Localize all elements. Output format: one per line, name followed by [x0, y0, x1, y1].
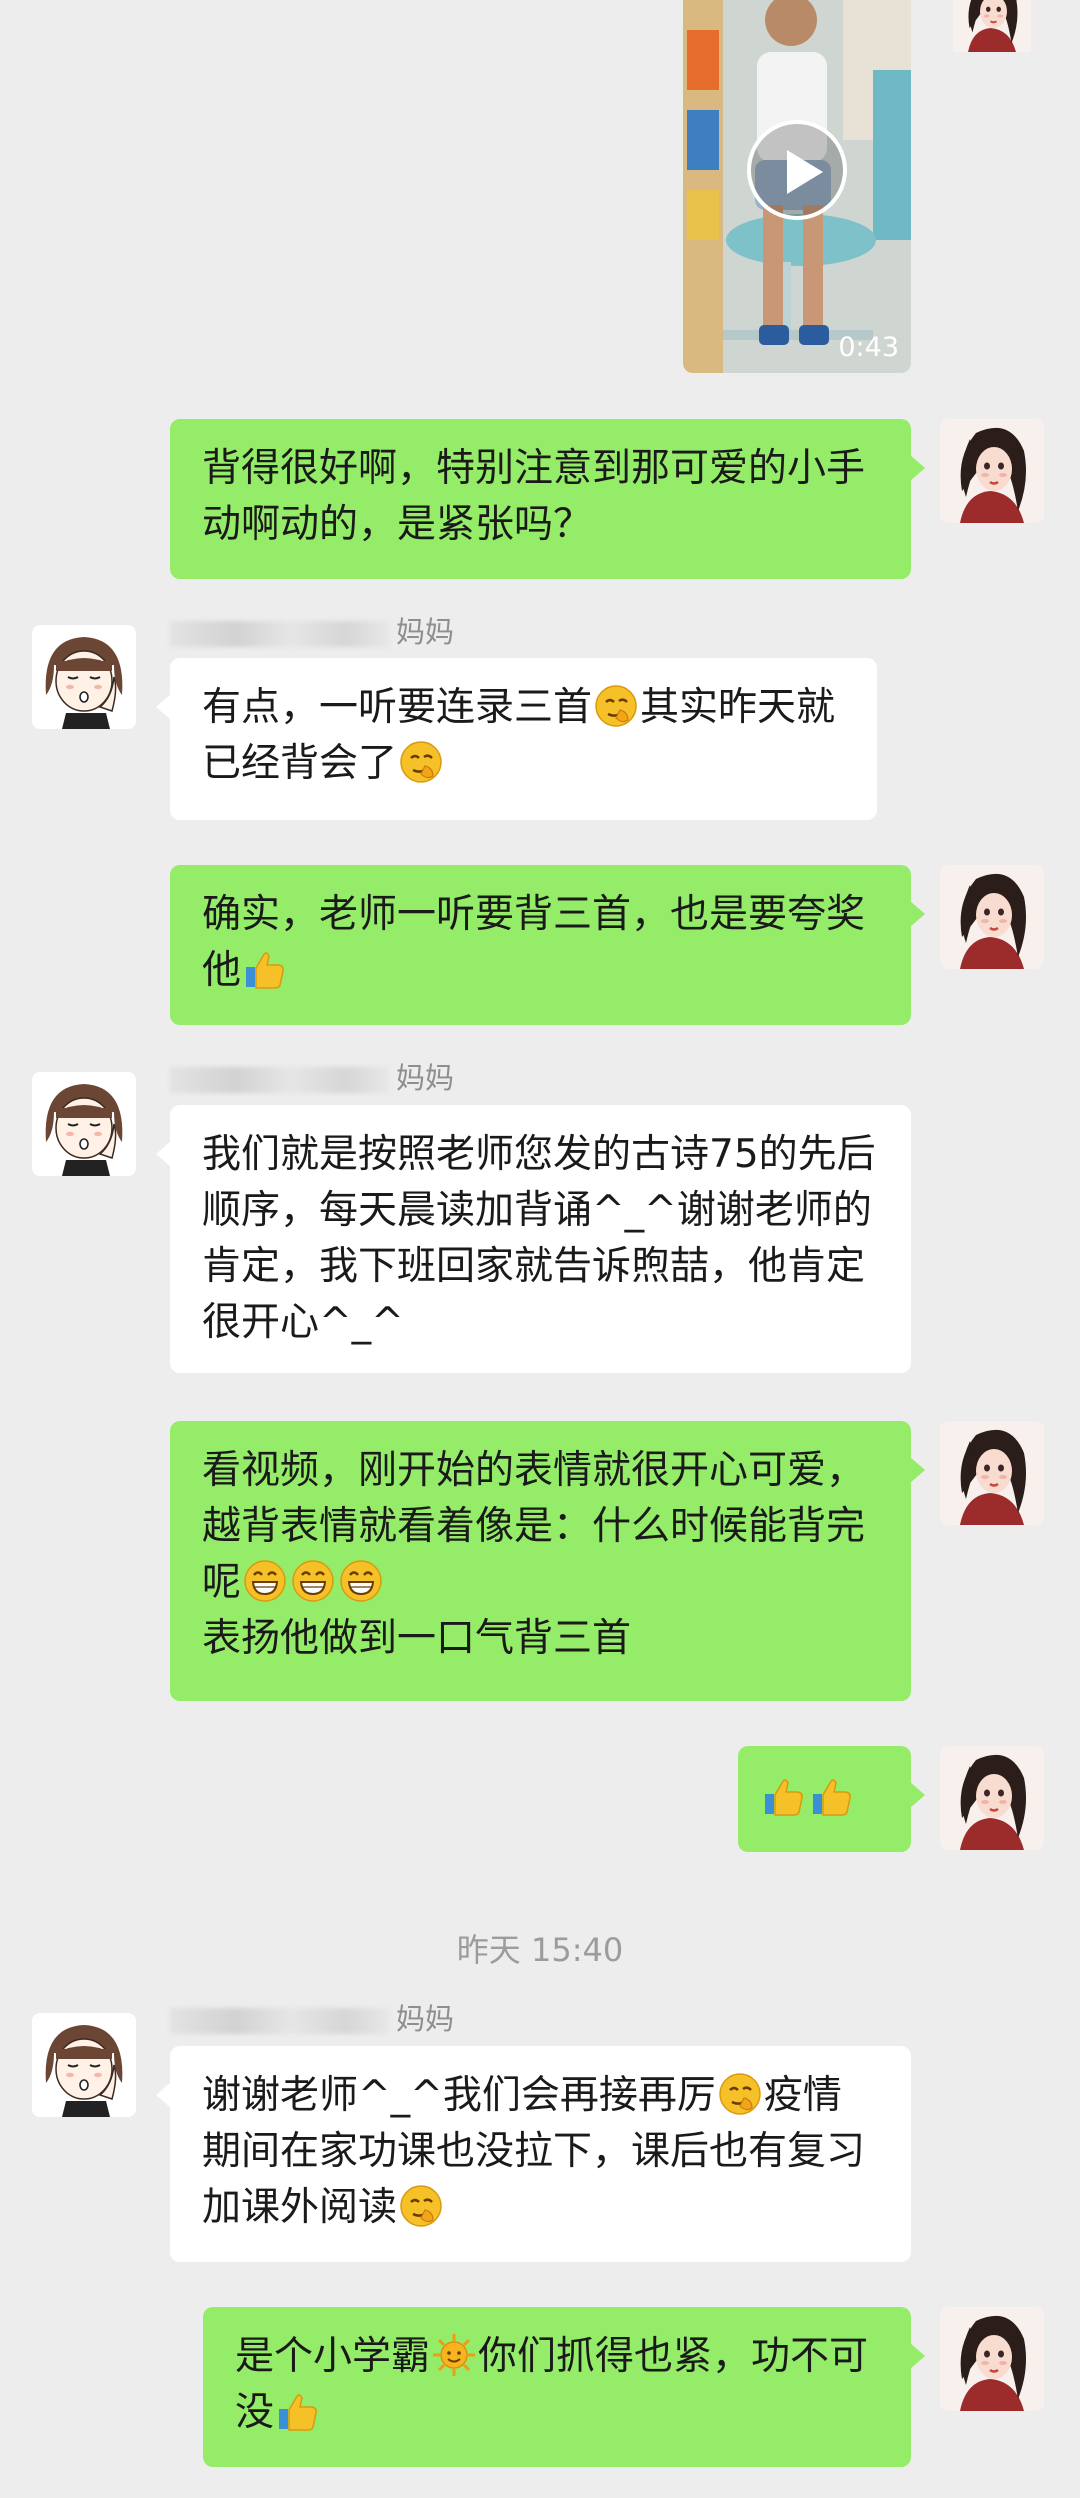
contact-avatar[interactable]: [32, 625, 136, 729]
video-duration: 0:43: [838, 332, 899, 363]
grin-emoji-icon: [339, 1559, 383, 1603]
self-avatar[interactable]: [940, 1421, 1044, 1525]
sun-emoji-icon: [432, 2333, 476, 2377]
thumbs-up-emoji-icon: [810, 1774, 854, 1818]
message-bubble-self[interactable]: 确实，老师一听要背三首，也是要夸奖他: [170, 865, 925, 1025]
self-avatar[interactable]: [940, 1746, 1044, 1850]
thumbs-up-emoji-icon: [762, 1774, 806, 1818]
thumbs-up-emoji-icon: [276, 2389, 320, 2433]
sender-name: 妈妈: [170, 2002, 454, 2036]
message-text: 我们就是按照老师您发的古诗75的先后顺序，每天晨读加背诵^_^谢谢老师的肯定，我…: [202, 1132, 876, 1345]
timestamp-divider: 昨天 15:40: [456, 1931, 624, 1969]
contact-avatar[interactable]: [32, 2013, 136, 2117]
self-avatar[interactable]: [940, 2307, 1044, 2411]
play-icon[interactable]: [747, 120, 847, 220]
redacted-name: [170, 1067, 390, 1093]
self-avatar[interactable]: [940, 865, 1044, 969]
thumbs-up-emoji-icon: [243, 947, 287, 991]
message-bubble-other[interactable]: 有点，一听要连录三首 其实昨天就已经背会了: [156, 658, 877, 820]
message-bubble-other[interactable]: 谢谢老师^_^我们会再接再厉 疫情期间在家功课也没拉下，课后也有复习加课外阅读: [156, 2046, 911, 2262]
message-bubble-self[interactable]: 看视频，刚开始的表情就很开心可爱，越背表情就看着像是：什么时候能背完呢 表扬他做到…: [170, 1421, 925, 1701]
smirk-emoji-icon: [718, 2072, 762, 2116]
smirk-emoji-icon: [399, 740, 443, 784]
self-avatar[interactable]: [940, 419, 1044, 523]
contact-avatar[interactable]: [32, 1072, 136, 1176]
message-bubble-self[interactable]: 是个小学霸 你们抓得也紧，功不可没: [203, 2307, 925, 2467]
message-bubble-other[interactable]: 我们就是按照老师您发的古诗75的先后顺序，每天晨读加背诵^_^谢谢老师的肯定，我…: [156, 1105, 911, 1373]
smirk-emoji-icon: [399, 2184, 443, 2228]
redacted-name: [170, 2008, 390, 2034]
redacted-name: [170, 621, 390, 647]
grin-emoji-icon: [291, 1559, 335, 1603]
sender-name: 妈妈: [170, 1061, 454, 1095]
smirk-emoji-icon: [594, 684, 638, 728]
message-text: 背得很好啊，特别注意到那可爱的小手动啊动的，是紧张吗？: [202, 446, 866, 547]
self-avatar[interactable]: [940, 0, 1044, 78]
sender-name: 妈妈: [170, 615, 454, 649]
message-bubble-self[interactable]: [738, 1746, 925, 1852]
grin-emoji-icon: [243, 1559, 287, 1603]
video-message[interactable]: 0:43: [683, 0, 911, 373]
message-bubble-self[interactable]: 背得很好啊，特别注意到那可爱的小手动啊动的，是紧张吗？: [170, 419, 925, 579]
